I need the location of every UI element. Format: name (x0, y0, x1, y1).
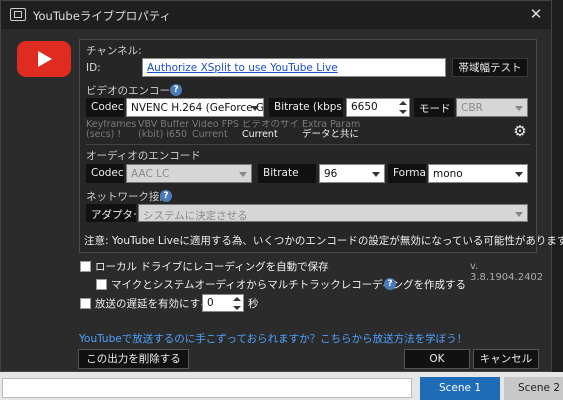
multitrack-label: マイクとシステムオーディオからマルチトラックレコーディングを作成する (111, 279, 467, 291)
stepper-arrows-icon[interactable] (232, 296, 242, 311)
channel-id-field[interactable]: Authorize XSplit to use YouTube Live (142, 58, 446, 77)
youtube-logo-icon (17, 41, 71, 77)
video-mode-value: CBR (461, 102, 483, 114)
cancel-button[interactable]: キャンセル (473, 349, 539, 369)
delay-checkbox[interactable] (80, 298, 91, 309)
adapter-value: システムに決定させる (143, 210, 248, 222)
audio-codec-select: AAC LC (126, 164, 252, 183)
chevron-down-icon (515, 212, 523, 217)
delay-unit: 秒 (248, 298, 259, 310)
audio-bitrate-select[interactable]: 96 (319, 164, 385, 183)
chevron-down-icon (239, 172, 247, 177)
audio-codec-label: Codec (86, 164, 124, 183)
audio-section-label: オーディオのエンコード (86, 150, 201, 162)
video-mode-label: モード (414, 98, 454, 117)
version-label: v. 3.8.1904.2402 (470, 261, 544, 283)
adapter-select: システムに決定させる (138, 204, 528, 222)
settings-panel: チャンネル: ID: Authorize XSplit to use YouTu… (79, 39, 563, 253)
video-mode-select: CBR (456, 98, 528, 117)
encoding-note: 注意: YouTube Liveに適用する為、いくつかのエンコードの設定が無効に… (84, 235, 563, 247)
chevron-down-icon (372, 172, 380, 177)
chevron-down-icon (515, 172, 523, 177)
window-title: YouTubeライブプロパティ (33, 9, 172, 23)
video-fps-param: Video FPS Current (192, 120, 239, 140)
delay-stepper[interactable]: 0 (202, 294, 244, 312)
video-codec-label: Codec (86, 98, 124, 117)
multitrack-checkbox[interactable] (96, 279, 107, 290)
scene-area[interactable] (2, 378, 412, 398)
video-codec-select[interactable]: NVENC H.264 (GeForce G (126, 98, 264, 117)
chevron-down-icon (515, 106, 523, 111)
video-bitrate-stepper[interactable]: 6650 (346, 98, 410, 117)
divider (86, 144, 530, 145)
video-section-label: ビデオのエンコード (86, 85, 181, 97)
video-codec-value: NVENC H.264 (GeForce G (131, 102, 264, 114)
audio-format-select[interactable]: mono (428, 164, 528, 183)
audio-format-label: Format (388, 164, 426, 183)
close-icon[interactable]: ✕ (529, 7, 543, 22)
audio-bitrate-label: Bitrate (258, 164, 316, 183)
audio-bitrate-value: 96 (324, 168, 338, 180)
keyframes-param: Keyframes (secs) ! (86, 120, 137, 140)
adapter-label: アダプター (86, 204, 136, 222)
delay-label: 放送の遅延を有効にする (95, 298, 211, 310)
audio-format-value: mono (433, 168, 463, 180)
video-bitrate-label: Bitrate (kbps) (269, 98, 343, 117)
audio-codec-value: AAC LC (131, 168, 170, 180)
network-help-icon[interactable]: ? (160, 190, 172, 202)
network-section-label: ネットワーク接続 (86, 191, 170, 203)
scene-1-button[interactable]: Scene 1 (420, 377, 500, 400)
help-link[interactable]: YouTubeで放送するのに手こずっておられますか？こちらから放送方法を学ぼう！ (79, 331, 467, 346)
video-bitrate-value: 6650 (351, 101, 378, 113)
channel-section-label: チャンネル: (86, 45, 142, 57)
delay-value: 0 (207, 297, 214, 309)
scene-2-button[interactable]: Scene 2 (504, 377, 563, 400)
title-bar: YouTubeライブプロパティ ✕ (1, 1, 551, 29)
window-icon (10, 8, 26, 21)
authorize-link[interactable]: Authorize XSplit to use YouTube Live (147, 62, 338, 74)
video-help-icon[interactable]: ? (170, 84, 182, 96)
chevron-down-icon (251, 106, 259, 111)
id-label: ID: (86, 62, 101, 74)
extra-param[interactable]: Extra Param データと共に (302, 120, 378, 140)
gear-icon[interactable]: ⚙ (512, 123, 528, 139)
video-size-param[interactable]: ビデオのサイズ Current (242, 120, 300, 140)
vbv-buffer-param: VBV Buffer (kbit) i650 (138, 120, 190, 140)
multitrack-help-icon[interactable]: ? (384, 278, 396, 290)
ok-button[interactable]: OK (404, 349, 470, 369)
delete-output-button[interactable]: この出力を削除する (78, 349, 189, 369)
stepper-arrows-icon[interactable] (398, 100, 408, 115)
properties-dialog: YouTubeライブプロパティ ✕ チャンネル: ID: Authorize X… (0, 0, 563, 372)
record-local-label: ローカル ドライブにレコーディングを自動で保存 (95, 261, 329, 273)
record-local-checkbox[interactable] (80, 261, 91, 272)
bandwidth-test-button[interactable]: 帯域幅テスト (452, 58, 528, 77)
